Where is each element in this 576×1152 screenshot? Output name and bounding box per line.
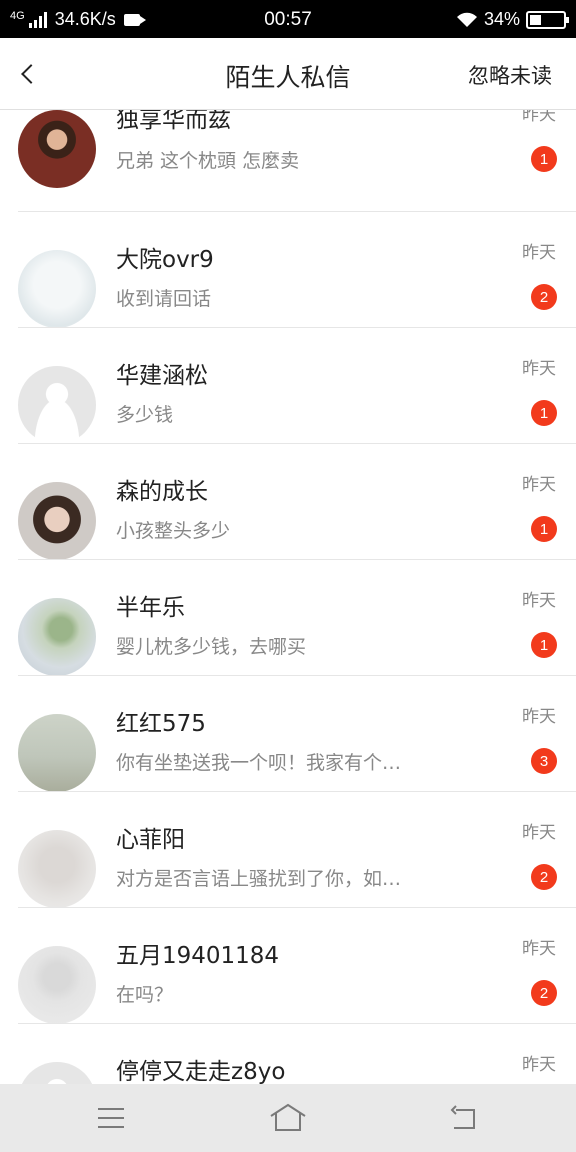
conversation-row[interactable]: 停停又走走z8yo 昨天 [0,1024,576,1084]
conversation-row[interactable]: 心菲阳 对方是否言语上骚扰到了你，如… 昨天 2 [0,792,576,908]
back-nav-icon[interactable] [448,1104,480,1132]
conversation-name: 半年乐 [116,595,185,621]
conversation-time: 昨天 [522,939,556,959]
conversation-preview: 对方是否言语上骚扰到了你，如… [116,868,402,890]
conversation-time: 昨天 [522,243,556,263]
conversation-row[interactable]: 半年乐 婴儿枕多少钱，去哪买 昨天 1 [0,560,576,676]
back-arrow-icon [21,64,41,84]
home-icon[interactable] [268,1102,308,1134]
avatar [18,482,96,560]
conversation-time: 昨天 [522,475,556,495]
avatar [18,598,96,676]
default-avatar-icon [18,1062,96,1084]
conversation-preview: 收到请回话 [116,288,212,310]
unread-badge: 1 [531,146,557,172]
conversation-name: 心菲阳 [116,827,185,853]
conversation-preview: 你有坐垫送我一个呗！我家有个… [116,752,402,774]
ignore-unread-button[interactable]: 忽略未读 [468,60,552,90]
conversation-row[interactable]: 大院ovr9 收到请回话 昨天 2 [0,212,576,328]
menu-icon[interactable] [96,1104,128,1132]
header-bar: 陌生人私信 忽略未读 [0,38,576,110]
conversation-preview: 婴儿枕多少钱，去哪买 [116,636,307,658]
conversation-name: 大院ovr9 [116,247,214,273]
conversation-row[interactable]: 森的成长 小孩整头多少 昨天 1 [0,444,576,560]
system-nav-bar [0,1084,576,1152]
conversation-row[interactable]: 华建涵松 多少钱 昨天 1 [0,328,576,444]
default-avatar-icon [18,366,96,444]
unread-badge: 3 [531,748,557,774]
battery-fill [530,14,541,25]
wifi-icon [456,12,477,27]
unread-badge: 2 [531,864,557,890]
conversation-preview: 小孩整头多少 [116,520,231,542]
back-button[interactable] [10,56,46,92]
conversation-time: 昨天 [522,1055,556,1075]
avatar [18,250,96,328]
conversation-name: 华建涵松 [116,363,208,389]
conversation-time: 昨天 [522,591,556,611]
avatar [18,830,96,908]
conversation-time: 昨天 [522,359,556,379]
avatar [18,110,96,188]
conversation-time: 昨天 [522,823,556,843]
unread-badge: 2 [531,980,557,1006]
conversation-preview: 多少钱 [116,404,174,426]
conversation-preview: 在吗？ [116,984,174,1006]
battery-icon [526,10,569,29]
conversation-time: 昨天 [522,707,556,727]
status-bar: 4G 34.6K/s 00:57 34% [0,0,576,38]
conversation-name: 森的成长 [116,479,208,505]
conversation-row[interactable]: 独享华而兹 兄弟 这个枕頭 怎麼卖 昨天 1 [0,110,576,212]
conversation-name: 独享华而兹 [116,110,231,133]
conversation-row[interactable]: 五月19401184 在吗？ 昨天 2 [0,908,576,1024]
unread-badge: 1 [531,632,557,658]
avatar [18,714,96,792]
battery-percent: 34% [483,9,520,29]
unread-badge: 1 [531,400,557,426]
conversation-time: 昨天 [522,110,556,125]
status-right: 34% [456,9,569,30]
conversation-name: 红红575 [116,711,206,737]
conversation-preview: 兄弟 这个枕頭 怎麼卖 [116,150,300,172]
conversation-name: 停停又走走z8yo [116,1059,286,1084]
conversation-row[interactable]: 红红575 你有坐垫送我一个呗！我家有个… 昨天 3 [0,676,576,792]
unread-badge: 1 [531,516,557,542]
unread-badge: 2 [531,284,557,310]
avatar [18,946,96,1024]
conversation-list[interactable]: 独享华而兹 兄弟 这个枕頭 怎麼卖 昨天 1 大院ovr9 收到请回话 昨天 2… [0,110,576,1084]
conversation-name: 五月19401184 [116,943,280,969]
